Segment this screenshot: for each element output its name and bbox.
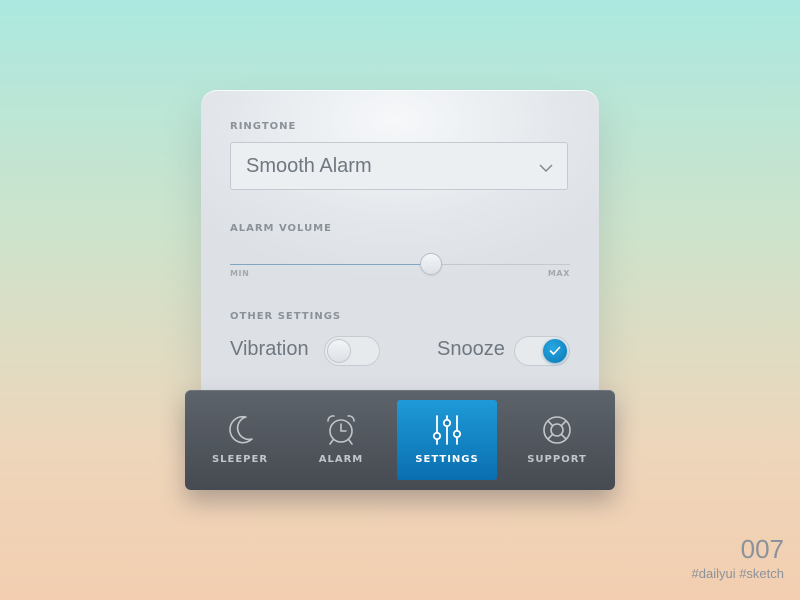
chevron-down-icon: [539, 164, 553, 172]
volume-slider-fill: [230, 264, 431, 265]
nav-label-sleeper: SLEEPER: [211, 454, 269, 465]
lifebuoy-icon: [543, 416, 571, 444]
alarm-volume-label: ALARM VOLUME: [230, 223, 332, 234]
volume-slider-track[interactable]: [230, 264, 570, 265]
bottom-nav-bar: SLEEPER ALARM SETTINGS SUPPORT: [185, 390, 615, 490]
ringtone-select[interactable]: Smooth Alarm: [230, 142, 568, 190]
checkmark-icon: [549, 346, 561, 355]
vibration-label: Vibration: [230, 338, 309, 360]
volume-min-label: MIN: [230, 269, 250, 278]
other-settings-label: OTHER SETTINGS: [230, 311, 342, 322]
volume-slider-thumb[interactable]: [419, 253, 442, 275]
ringtone-label: RINGTONE: [230, 121, 297, 132]
snooze-toggle-knob: [543, 339, 567, 363]
nav-label-settings: SETTINGS: [415, 454, 479, 465]
alarm-clock-icon: [327, 415, 355, 445]
vibration-toggle-knob: [327, 339, 351, 363]
shot-tags: #dailyui #sketch: [691, 566, 785, 581]
volume-max-label: MAX: [547, 269, 570, 278]
vibration-toggle[interactable]: [324, 336, 380, 366]
snooze-toggle[interactable]: [514, 336, 570, 366]
ringtone-value: Smooth Alarm: [246, 155, 372, 177]
moon-icon: [229, 415, 253, 444]
nav-item-support[interactable]: SUPPORT: [507, 400, 607, 480]
nav-item-alarm[interactable]: ALARM: [291, 400, 391, 480]
nav-label-alarm: ALARM: [318, 454, 364, 465]
nav-item-settings[interactable]: SETTINGS: [397, 400, 497, 480]
shot-number: 007: [740, 534, 784, 564]
sliders-icon: [432, 415, 462, 445]
nav-label-support: SUPPORT: [527, 454, 587, 465]
settings-card: RINGTONE Smooth Alarm ALARM VOLUME MIN M…: [201, 90, 599, 425]
snooze-label: Snooze: [437, 338, 505, 360]
nav-item-sleeper[interactable]: SLEEPER: [190, 400, 290, 480]
